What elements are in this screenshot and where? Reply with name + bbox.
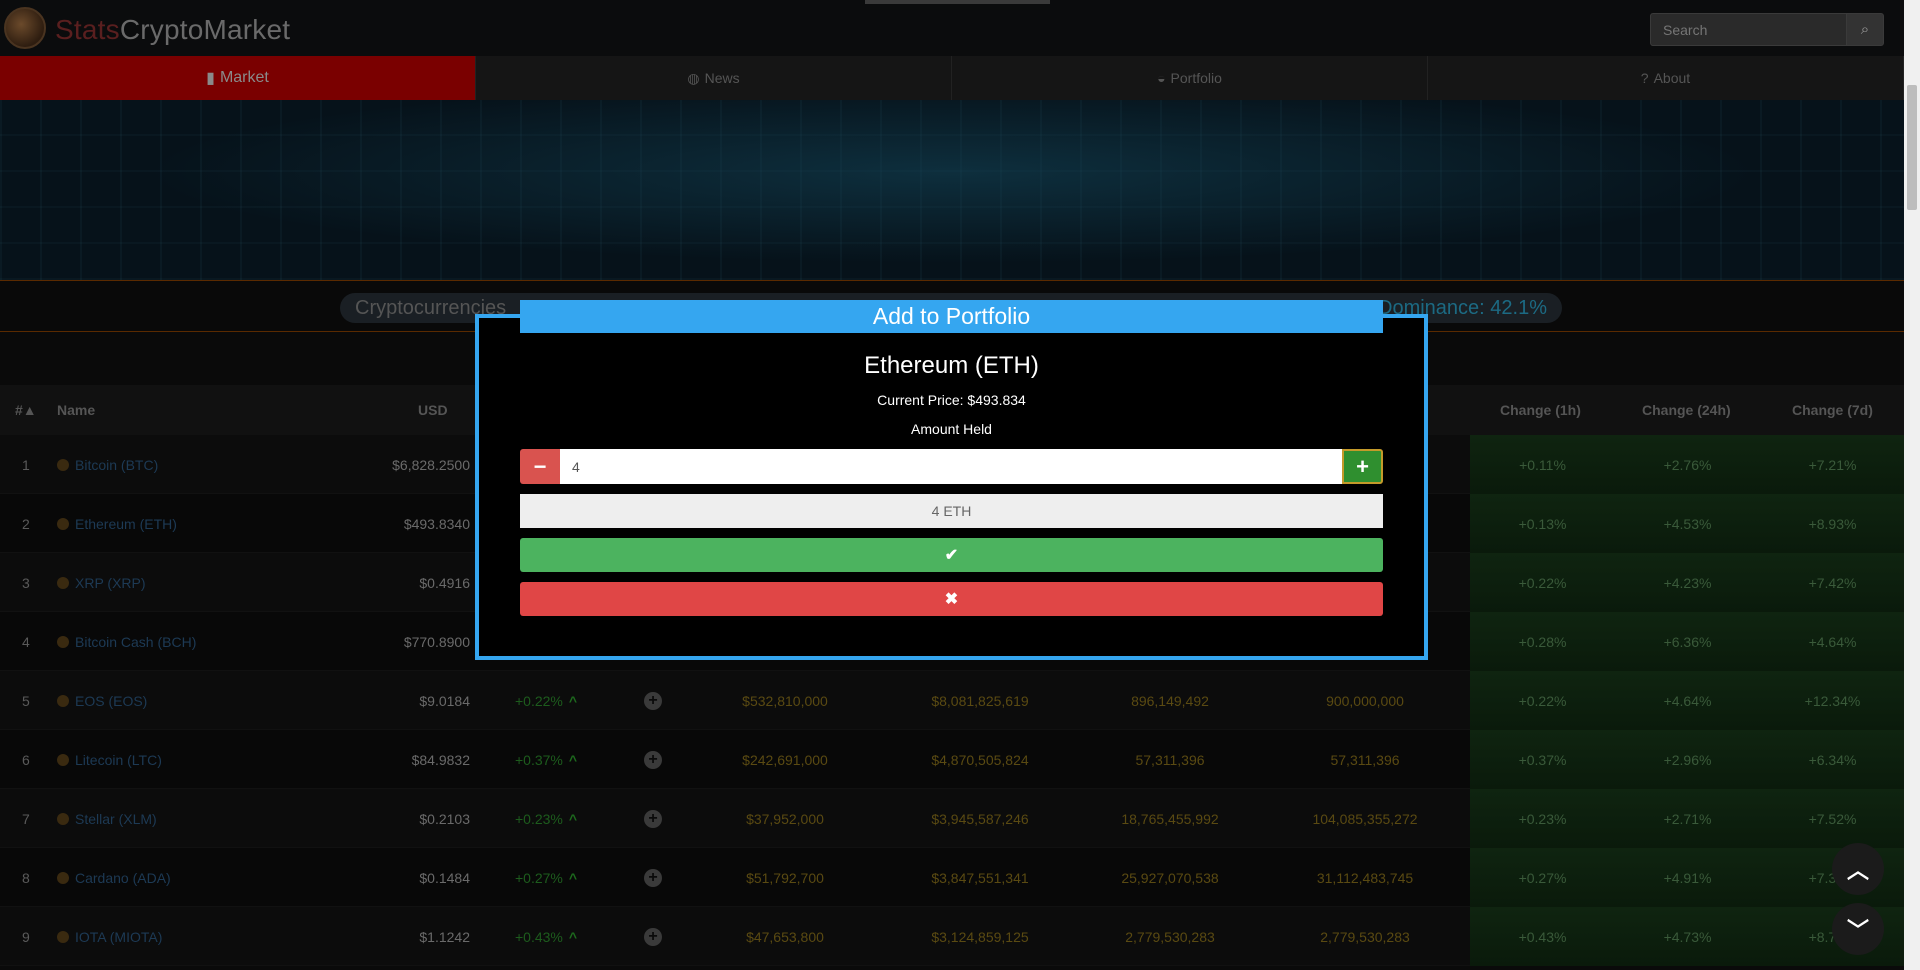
decrease-amount-button[interactable]: − — [520, 449, 560, 484]
close-icon: ✖ — [944, 591, 959, 608]
minus-icon: − — [533, 453, 547, 479]
modal-title: Add to Portfolio — [520, 300, 1383, 333]
scroll-down-button[interactable]: ﹀ — [1832, 903, 1884, 955]
confirm-button[interactable]: ✔ — [520, 538, 1383, 572]
modal-coin-name: Ethereum (ETH) — [864, 352, 1039, 379]
chevron-up-icon: ︿ — [1846, 858, 1869, 883]
check-icon: ✔ — [944, 547, 959, 564]
chevron-down-icon: ﹀ — [1846, 918, 1869, 943]
page: StatsCryptoMarket ⌕ ▮Market ◍News ◒Portf… — [0, 0, 1920, 970]
scroll-up-button[interactable]: ︿ — [1832, 843, 1884, 895]
scrollbar-thumb[interactable] — [1907, 85, 1917, 210]
cancel-button[interactable]: ✖ — [520, 582, 1383, 616]
amount-display: 4 ETH — [520, 494, 1383, 528]
plus-icon: + — [1356, 453, 1369, 479]
increase-amount-button[interactable]: + — [1342, 449, 1383, 484]
amount-input[interactable] — [560, 449, 1342, 484]
modal-current-price: Current Price: $493.834 — [877, 392, 1026, 408]
amount-held-label: Amount Held — [911, 421, 992, 437]
